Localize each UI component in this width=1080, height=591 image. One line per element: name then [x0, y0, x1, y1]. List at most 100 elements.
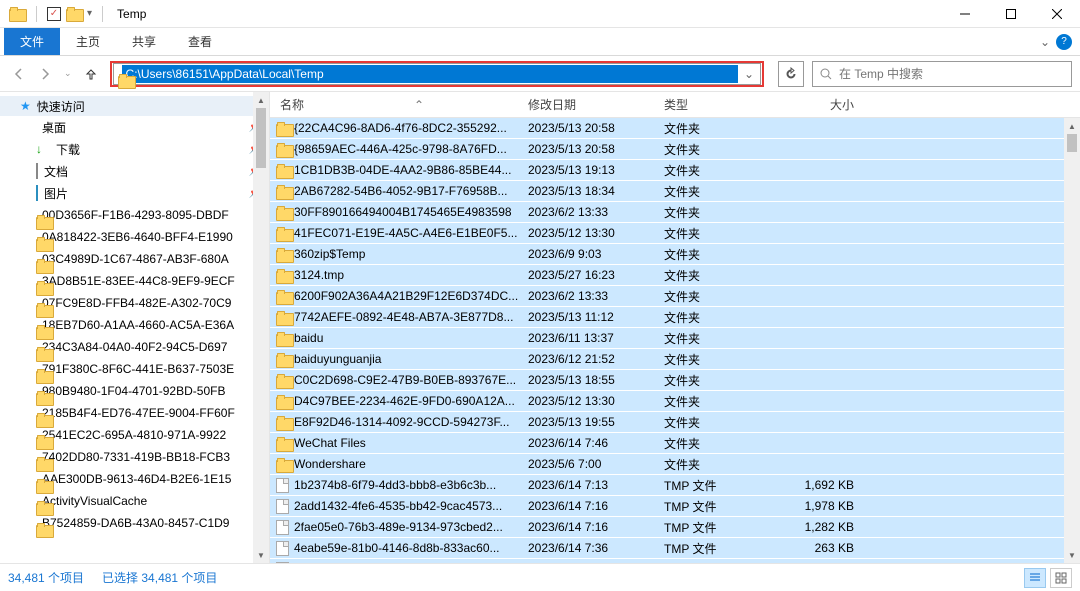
folder-icon: [276, 416, 292, 429]
refresh-button[interactable]: [778, 61, 804, 87]
file-row[interactable]: 2AB67282-54B6-4052-9B17-F76958B...2023/5…: [270, 181, 1080, 202]
sidebar-scrollbar[interactable]: ▲ ▼: [253, 92, 269, 563]
file-row[interactable]: baiduyunguanjia2023/6/12 21:52文件夹: [270, 349, 1080, 370]
address-dropdown-icon[interactable]: ⌄: [738, 67, 760, 81]
file-type: TMP 文件: [664, 540, 782, 557]
sidebar-item-pictures[interactable]: 图片 📌: [0, 182, 269, 204]
scroll-up-icon[interactable]: ▲: [253, 92, 269, 108]
window-controls: [942, 0, 1080, 28]
file-type: 文件夹: [664, 204, 782, 221]
column-name[interactable]: 名称⌃: [276, 96, 528, 113]
sidebar-item-downloads[interactable]: ↓ 下载 📌: [0, 138, 269, 160]
file-row[interactable]: 4eabe59e-81b0-4146-8d8b-833ac60...2023/6…: [270, 538, 1080, 559]
file-name: {22CA4C96-8AD6-4f76-8DC2-355292...: [294, 121, 528, 135]
file-row[interactable]: 360zip$Temp2023/6/9 9:03文件夹: [270, 244, 1080, 265]
sidebar-item-documents[interactable]: 文档 📌: [0, 160, 269, 182]
file-name: D4C97BEE-2234-462E-9FD0-690A12A...: [294, 394, 528, 408]
file-name: 6200F902A36A4A21B29F12E6D374DC...: [294, 289, 528, 303]
qat-dropdown-icon[interactable]: ▾: [87, 8, 92, 19]
file-row[interactable]: 1CB1DB3B-04DE-4AA2-9B86-85BE44...2023/5/…: [270, 160, 1080, 181]
close-button[interactable]: [1034, 0, 1080, 28]
file-row[interactable]: 30FF890166494004B1745465E49835982023/6/2…: [270, 202, 1080, 223]
file-row[interactable]: C0C2D698-C9E2-47B9-B0EB-893767E...2023/5…: [270, 370, 1080, 391]
tab-view[interactable]: 查看: [172, 28, 228, 55]
search-input[interactable]: [839, 67, 1065, 81]
file-date: 2023/5/13 11:12: [528, 310, 664, 324]
search-box[interactable]: [812, 61, 1072, 87]
up-button[interactable]: [84, 67, 98, 81]
tab-share[interactable]: 共享: [116, 28, 172, 55]
file-row[interactable]: D4C97BEE-2234-462E-9FD0-690A12A...2023/5…: [270, 391, 1080, 412]
back-button[interactable]: [12, 67, 26, 81]
file-row[interactable]: 1b2374b8-6f79-4dd3-bbb8-e3b6c3b...2023/6…: [270, 475, 1080, 496]
recent-dropdown[interactable]: ⌄: [64, 67, 72, 81]
ribbon-expand-icon[interactable]: ⌄: [1040, 35, 1050, 49]
file-row[interactable]: 7742AEFE-0892-4E48-AB7A-3E877D8...2023/5…: [270, 307, 1080, 328]
folder-icon: [276, 269, 292, 282]
scroll-up-icon[interactable]: ▲: [1064, 118, 1080, 134]
file-name: 2add1432-4fe6-4535-bb42-9cac4573...: [294, 499, 528, 513]
scrollbar-thumb[interactable]: [256, 108, 266, 168]
file-name: Wondershare: [294, 457, 528, 471]
folder-icon: [276, 437, 292, 450]
help-button[interactable]: ?: [1056, 34, 1072, 50]
folder-icon: [276, 395, 292, 408]
address-bar[interactable]: C:\Users\86151\AppData\Local\Temp ⌄: [113, 63, 761, 85]
file-row[interactable]: WeChat Files2023/6/14 7:46文件夹: [270, 433, 1080, 454]
file-type: TMP 文件: [664, 561, 782, 564]
file-type: 文件夹: [664, 162, 782, 179]
file-date: 2023/6/12 21:52: [528, 352, 664, 366]
document-icon: [36, 164, 38, 178]
file-date: 2023/6/14 7:46: [528, 436, 664, 450]
status-item-count: 34,481 个项目: [8, 569, 84, 586]
file-date: 2023/6/11 13:37: [528, 331, 664, 345]
file-type: 文件夹: [664, 225, 782, 242]
qat-properties-icon[interactable]: ✓: [47, 7, 61, 21]
tab-file[interactable]: 文件: [4, 28, 60, 55]
file-name: baidu: [294, 331, 528, 345]
column-size[interactable]: 大小: [782, 96, 862, 113]
scrollbar-thumb[interactable]: [1067, 134, 1077, 152]
file-row[interactable]: {98659AEC-446A-425c-9798-8A76FD...2023/5…: [270, 139, 1080, 160]
sidebar-item-label: 07FC9E8D-FFB4-482E-A302-70C9: [42, 296, 261, 310]
file-date: 2023/6/14 7:13: [528, 478, 664, 492]
view-icons-button[interactable]: [1050, 568, 1072, 588]
forward-button[interactable]: [38, 67, 52, 81]
file-type: 文件夹: [664, 435, 782, 452]
tab-home[interactable]: 主页: [60, 28, 116, 55]
column-date[interactable]: 修改日期: [528, 96, 664, 113]
maximize-button[interactable]: [988, 0, 1034, 28]
file-type: TMP 文件: [664, 519, 782, 536]
file-name: 1b2374b8-6f79-4dd3-bbb8-e3b6c3b...: [294, 478, 528, 492]
quick-access-header[interactable]: ★ 快速访问: [0, 96, 269, 116]
sidebar-item-desktop[interactable]: 桌面 📌: [0, 116, 269, 138]
file-list: {22CA4C96-8AD6-4f76-8DC2-355292... 2023/5…: [270, 118, 1080, 563]
file-row[interactable]: 2add1432-4fe6-4535-bb42-9cac4573...2023/…: [270, 496, 1080, 517]
file-row[interactable]: Wondershare2023/5/6 7:00文件夹: [270, 454, 1080, 475]
file-row[interactable]: 5c60a397-f33e-4478-b561-15b827db...2023/…: [270, 559, 1080, 563]
file-row[interactable]: 6200F902A36A4A21B29F12E6D374DC...2023/6/…: [270, 286, 1080, 307]
content-scrollbar[interactable]: ▲ ▼: [1064, 118, 1080, 563]
file-icon: [276, 499, 289, 514]
sidebar-item-label: 791F380C-8F6C-441E-B637-7503E: [42, 362, 261, 376]
file-row[interactable]: baidu2023/6/11 13:37文件夹: [270, 328, 1080, 349]
folder-app-icon: [8, 5, 26, 23]
minimize-button[interactable]: [942, 0, 988, 28]
sidebar-item-folder[interactable]: 00D3656F-F1B6-4293-8095-DBDF: [0, 204, 269, 226]
sidebar-item-label: 03C4989D-1C67-4867-AB3F-680A: [42, 252, 261, 266]
sidebar-item-label: 7402DD80-7331-419B-BB18-FCB3: [42, 450, 261, 464]
file-row[interactable]: {22CA4C96-8AD6-4f76-8DC2-355292...2023/5…: [270, 118, 1080, 139]
address-text[interactable]: C:\Users\86151\AppData\Local\Temp: [122, 65, 738, 83]
file-row[interactable]: 2fae05e0-76b3-489e-9134-973cbed2...2023/…: [270, 517, 1080, 538]
column-type[interactable]: 类型: [664, 96, 782, 113]
file-row[interactable]: E8F92D46-1314-4092-9CCD-594273F...2023/5…: [270, 412, 1080, 433]
folder-icon: [276, 227, 292, 240]
view-details-button[interactable]: [1024, 568, 1046, 588]
file-row[interactable]: 41FEC071-E19E-4A5C-A4E6-E1BE0F5...2023/5…: [270, 223, 1080, 244]
scroll-down-icon[interactable]: ▼: [1064, 547, 1080, 563]
scroll-down-icon[interactable]: ▼: [253, 547, 269, 563]
file-row[interactable]: 3124.tmp2023/5/27 16:23文件夹: [270, 265, 1080, 286]
star-icon: ★: [20, 99, 31, 113]
file-name: WeChat Files: [294, 436, 528, 450]
file-size: 263 KB: [782, 541, 862, 555]
